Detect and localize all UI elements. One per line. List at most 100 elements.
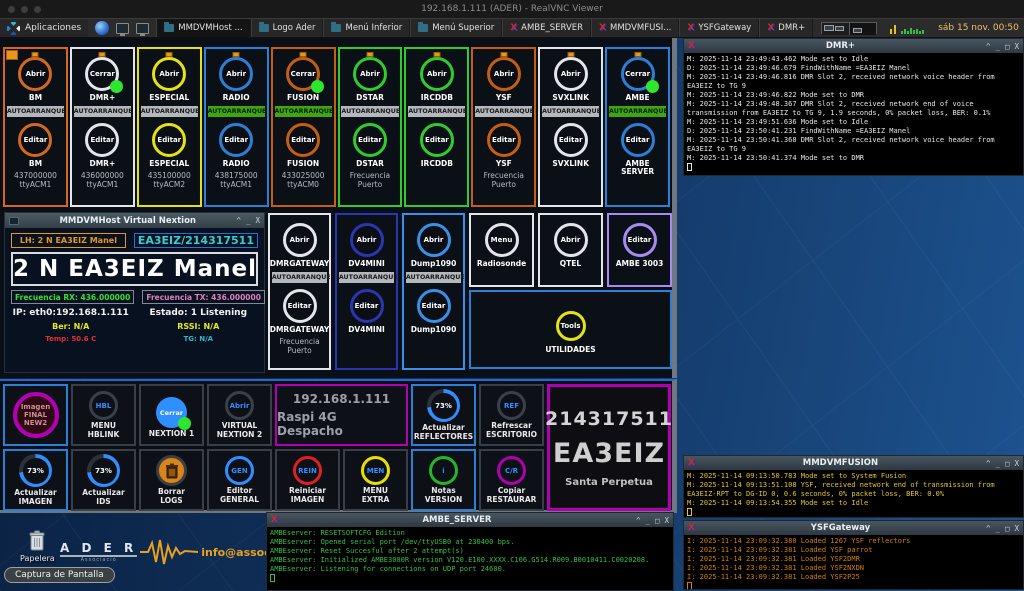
maximize-button[interactable]: □	[1005, 459, 1010, 468]
close-button[interactable]: X	[1014, 524, 1019, 533]
minimize-button[interactable]: _	[246, 216, 251, 225]
minimize-button[interactable]: _	[645, 516, 650, 525]
close-button[interactable]: X	[1014, 42, 1019, 51]
cerrar-button[interactable]: Cerrar	[286, 57, 320, 91]
workspace-1[interactable]	[822, 23, 849, 35]
shade-button[interactable]: ^	[986, 42, 991, 51]
circle-button: Cerrar	[156, 397, 187, 428]
terminal-output[interactable]: M: 2025-11-14 09:13:50.783 Mode set to S…	[684, 470, 1023, 517]
abrir-button[interactable]: Abrir	[283, 223, 317, 257]
terminal-line: M: 2025-11-14 09:13:51.108 YSF, received…	[687, 481, 1020, 499]
taskbar-window-mmdvmfusi[interactable]: XMMDVMFUSI...	[591, 19, 679, 37]
taskbar-window-logo-ader[interactable]: Logo Ader	[251, 19, 324, 37]
terminal-titlebar[interactable]: X DMR+ ^_□X	[684, 39, 1023, 53]
refrescar-escritorio-button[interactable]: REFRefrescarESCRITORIO	[479, 384, 544, 446]
panel-utilidades[interactable]: Tools UTILIDADES	[469, 290, 672, 369]
editar-button[interactable]: Editar	[283, 289, 317, 323]
abrir-button[interactable]: Abrir	[353, 57, 387, 91]
close-button[interactable]: X	[664, 516, 669, 525]
terminal-titlebar[interactable]: X YSFGateway ^_□X	[684, 521, 1023, 535]
editar-button[interactable]: Editar	[85, 123, 119, 157]
abrir-button[interactable]: Abrir	[554, 57, 588, 91]
menu-hblink-button[interactable]: HBLMENUHBLINK	[71, 384, 136, 446]
shade-button[interactable]: ^	[636, 516, 641, 525]
panel-title: DV4MINI	[348, 260, 385, 269]
shade-button[interactable]: ^	[986, 459, 991, 468]
abrir-button[interactable]: Abrir	[18, 57, 52, 91]
vnc-window-controls[interactable]	[8, 6, 41, 13]
terminal-titlebar[interactable]: X MMDVMFUSION ^_□X	[684, 456, 1023, 470]
minimize-button[interactable]: _	[995, 42, 1000, 51]
abrir-button[interactable]: Abrir	[554, 223, 588, 257]
circle-button: C/R	[497, 456, 526, 485]
taskbar-window-mmdvmhost[interactable]: MMDVMHost ...	[156, 19, 250, 37]
terminal-output[interactable]: M: 2025-11-14 23:49:43.462 Mode set to I…	[684, 53, 1023, 175]
terminal-launcher-icon[interactable]	[116, 23, 129, 34]
copiar-restaurar-button[interactable]: C/RCopiarRESTAURAR	[479, 449, 544, 511]
editar-button[interactable]: Editar	[286, 123, 320, 157]
editar-button[interactable]: Editar	[623, 223, 657, 257]
virtual-nextion-2-button[interactable]: AbrirVIRTUALNEXTION 2	[207, 384, 272, 446]
taskbar-window-dmr[interactable]: XDMR+	[759, 19, 813, 37]
actualizar-ids-button[interactable]: 73%ActualizarIDS	[71, 449, 136, 511]
current-talker: 2 N EA3EIZ Manel	[11, 252, 258, 286]
reiniciar-imagen-button[interactable]: REINReiniciarIMAGEN	[275, 449, 340, 511]
actualizar-imagen-button[interactable]: 73%ActualizarIMAGEN	[3, 449, 68, 511]
circle-label: Editar	[353, 123, 387, 157]
editar-button[interactable]: Editar	[621, 123, 655, 157]
editar-button[interactable]: Editar	[18, 123, 52, 157]
menu-button[interactable]: Menu	[485, 223, 519, 257]
dmrplus-terminal: X DMR+ ^_□X M: 2025-11-14 23:49:43.462 M…	[683, 38, 1024, 176]
terminal-titlebar[interactable]: X AMBE_SERVER ^_□X	[267, 513, 673, 527]
notas-version-button[interactable]: iNotasVERSION	[411, 449, 476, 511]
nextion-titlebar[interactable]: MMDVMHost Virtual Nextion ^_X	[5, 213, 264, 228]
workspace-pager[interactable]	[821, 22, 877, 34]
terminal-output[interactable]: AMBEserver: RESETSOFTCFG EditionAMBEserv…	[267, 527, 673, 590]
editor-general-button[interactable]: GENEditorGENERAL	[207, 449, 272, 511]
taskbar-window-ysfgateway[interactable]: XYSFGateway	[679, 19, 759, 37]
window-icon	[9, 217, 19, 225]
shade-button[interactable]: ^	[236, 216, 241, 225]
editar-button[interactable]: Editar	[487, 123, 521, 157]
abrir-button[interactable]: Abrir	[487, 57, 521, 91]
close-button[interactable]: X	[255, 216, 260, 225]
abrir-button[interactable]: Abrir	[420, 57, 454, 91]
editar-button[interactable]: Editar	[353, 123, 387, 157]
terminal-output[interactable]: I: 2025-11-14 23:09:32.380 Loaded 1267 Y…	[684, 535, 1023, 589]
menu-extra-button[interactable]: MENMENUEXTRA	[343, 449, 408, 511]
abrir-button[interactable]: Abrir	[152, 57, 186, 91]
minimize-button[interactable]: _	[995, 459, 1000, 468]
taskbar-window-men-superior[interactable]: Menú Superior	[410, 19, 502, 37]
nextion-1-button[interactable]: CerrarNEXTION 1	[139, 384, 204, 446]
editar-button[interactable]: Editar	[350, 289, 384, 323]
system-monitor-graph-icon[interactable]	[889, 22, 933, 35]
close-button[interactable]: X	[1014, 459, 1019, 468]
abrir-button[interactable]: Abrir	[350, 223, 384, 257]
taskbar-window-ambe-server[interactable]: XAMBE_SERVER	[502, 19, 591, 37]
clock[interactable]: sáb 15 nov. 00:50	[938, 23, 1019, 33]
applications-menu-button[interactable]: Aplicaciones	[0, 19, 88, 37]
cerrar-button[interactable]: Cerrar	[85, 57, 119, 91]
display-launcher-icon[interactable]	[136, 23, 149, 34]
editar-button[interactable]: Editar	[417, 289, 451, 323]
borrar-logs-button[interactable]: BorrarLOGS	[139, 449, 204, 511]
trash-desktop-icon[interactable]: Papelera	[20, 530, 55, 563]
editar-button[interactable]: Editar	[554, 123, 588, 157]
browser-launcher-icon[interactable]	[95, 21, 109, 35]
abrir-button[interactable]: Abrir	[417, 223, 451, 257]
maximize-button[interactable]: □	[1005, 42, 1010, 51]
taskbar-window-men-inferior[interactable]: Menú Inferior	[323, 19, 410, 37]
tools-button[interactable]: Tools	[556, 311, 586, 341]
maximize-button[interactable]: □	[655, 516, 660, 525]
imagen-final-new2-button[interactable]: ImagenFINALNEW2	[3, 384, 68, 446]
cerrar-button[interactable]: Cerrar	[621, 57, 655, 91]
editar-button[interactable]: Editar	[152, 123, 186, 157]
minimize-button[interactable]: _	[995, 524, 1000, 533]
actualizar-reflectores-button[interactable]: 73%ActualizarREFLECTORES	[411, 384, 476, 446]
abrir-button[interactable]: Abrir	[219, 57, 253, 91]
editar-button[interactable]: Editar	[219, 123, 253, 157]
maximize-button[interactable]: □	[1005, 524, 1010, 533]
shade-button[interactable]: ^	[986, 524, 991, 533]
editar-button[interactable]: Editar	[420, 123, 454, 157]
workspace-2[interactable]	[849, 23, 876, 35]
